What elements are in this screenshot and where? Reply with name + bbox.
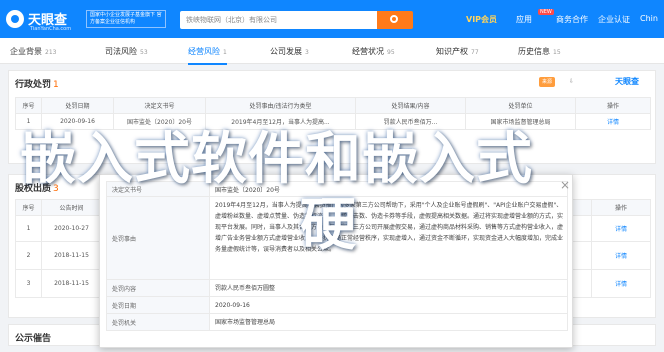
vip-link[interactable]: VIP会员 <box>466 14 497 25</box>
tab-count: 213 <box>45 49 57 56</box>
nav-link-business[interactable]: 商务合作 <box>556 14 588 25</box>
tab-count: 15 <box>553 49 561 56</box>
download-icon[interactable]: ⇩ <box>569 78 574 85</box>
popup-close-icon[interactable]: × <box>560 178 570 192</box>
tab-count: 77 <box>471 49 479 56</box>
source-tag: 来源 <box>539 77 556 87</box>
brand-watermark: 天眼查 <box>615 77 639 86</box>
cell-date: 2018-11-15 <box>41 269 102 298</box>
popup-label: 处罚内容 <box>107 280 210 296</box>
penalty-count: 1 <box>53 80 59 90</box>
detail-link[interactable]: 详情 <box>575 113 651 130</box>
popup-row-authority: 处罚机关 国家市场监督管理总局 <box>106 313 568 331</box>
tab-label: 企业背景 <box>10 47 42 56</box>
col-header: 序号 <box>15 97 42 114</box>
cell-index: 3 <box>15 269 42 298</box>
col-header: 公告时间 <box>41 199 102 216</box>
official-notice: 国家中小企业发展子基金旗下 官方备案企业征信机构 <box>86 10 166 28</box>
table-header-row: 序号 处罚日期 决定文书号 处罚事由/违法行为类型 处罚结果/内容 处罚单位 操… <box>15 97 651 114</box>
tab-development[interactable]: 公司发展 3 <box>270 46 309 57</box>
top-bar: 天眼查 TianYanCha.com 国家中小企业发展子基金旗下 官方备案企业征… <box>0 0 664 38</box>
penalty-title: 行政处罚 1 <box>15 77 59 90</box>
tab-label: 司法风险 <box>105 47 137 56</box>
detail-link[interactable]: 详情 <box>591 215 651 242</box>
popup-value: 罚款人民币叁佰万圆整 <box>215 285 276 292</box>
popup-value: 2019年4月至12月，当事人为提高其会员推广的多家第三方公司帮助下，采用"个人… <box>215 202 563 253</box>
search-button[interactable] <box>377 11 413 29</box>
col-header: 处罚事由/违法行为类型 <box>205 97 356 114</box>
new-badge: NEW <box>538 9 554 15</box>
tab-label: 历史信息 <box>518 47 550 56</box>
nav-link-lang[interactable]: Chin <box>640 14 658 23</box>
detail-link[interactable]: 详情 <box>591 241 651 270</box>
col-header: 操作 <box>575 97 651 114</box>
col-header: 处罚结果/内容 <box>355 97 466 114</box>
col-header: 决定文书号 <box>113 97 206 114</box>
popup-label: 处罚日期 <box>107 297 210 313</box>
tab-count: 1 <box>223 49 227 56</box>
notice-title: 公示催告 <box>15 334 52 344</box>
popup-label: 处罚事由 <box>107 197 210 279</box>
col-header: 操作 <box>591 199 651 216</box>
popup-label: 处罚机关 <box>107 314 210 330</box>
search-icon <box>390 15 398 23</box>
tab-operations[interactable]: 经营状况 95 <box>352 46 395 57</box>
detail-link[interactable]: 详情 <box>591 269 651 298</box>
section-tabs: 企业背景 213 司法风险 53 经营风险 1 公司发展 3 经营状况 95 知识产权 77… <box>0 38 664 65</box>
popup-value: 2020-09-16 <box>215 302 250 309</box>
cell-index: 1 <box>15 215 42 242</box>
popup-row-content: 处罚内容 罚款人民币叁佰万圆整 <box>106 279 568 297</box>
search-input[interactable]: 铁峡物联网（北京）有限公司 <box>180 11 410 29</box>
overlay-caption-line1: 嵌入式软件和嵌入式 <box>20 127 533 192</box>
tab-label: 经营风险 <box>188 47 220 56</box>
tab-count: 95 <box>387 49 395 56</box>
cell-date: 2020-10-27 <box>41 215 102 242</box>
tab-label: 公司发展 <box>270 47 302 56</box>
logo-eye-icon <box>6 9 24 28</box>
nav-link-apps[interactable]: 应用 <box>516 14 532 25</box>
popup-row-date: 处罚日期 2020-09-16 <box>106 296 568 314</box>
tab-background[interactable]: 企业背景 213 <box>10 46 56 57</box>
col-header: 处罚日期 <box>41 97 114 114</box>
tab-label: 经营状况 <box>352 47 384 56</box>
overlay-caption-line2: 硬 <box>300 193 357 258</box>
nav-link-certify[interactable]: 企业认证 <box>598 14 630 25</box>
col-header: 处罚单位 <box>465 97 576 114</box>
tab-ip[interactable]: 知识产权 77 <box>436 46 479 57</box>
logo[interactable]: 天眼查 TianYanCha.com <box>6 9 71 32</box>
popup-value: 国家市场监督管理总局 <box>215 319 276 326</box>
logo-subtitle: TianYanCha.com <box>30 26 72 32</box>
tab-label: 知识产权 <box>436 47 468 56</box>
tab-count: 3 <box>305 49 309 56</box>
cell-date: 2018-11-15 <box>41 241 102 270</box>
penalty-title-text: 行政处罚 <box>15 80 52 90</box>
tab-count: 53 <box>140 49 148 56</box>
tab-judicial-risk[interactable]: 司法风险 53 <box>105 46 148 57</box>
col-header: 序号 <box>15 199 42 216</box>
cell-index: 2 <box>15 241 42 270</box>
tab-history[interactable]: 历史信息 15 <box>518 46 561 57</box>
tab-operating-risk[interactable]: 经营风险 1 <box>188 46 227 65</box>
